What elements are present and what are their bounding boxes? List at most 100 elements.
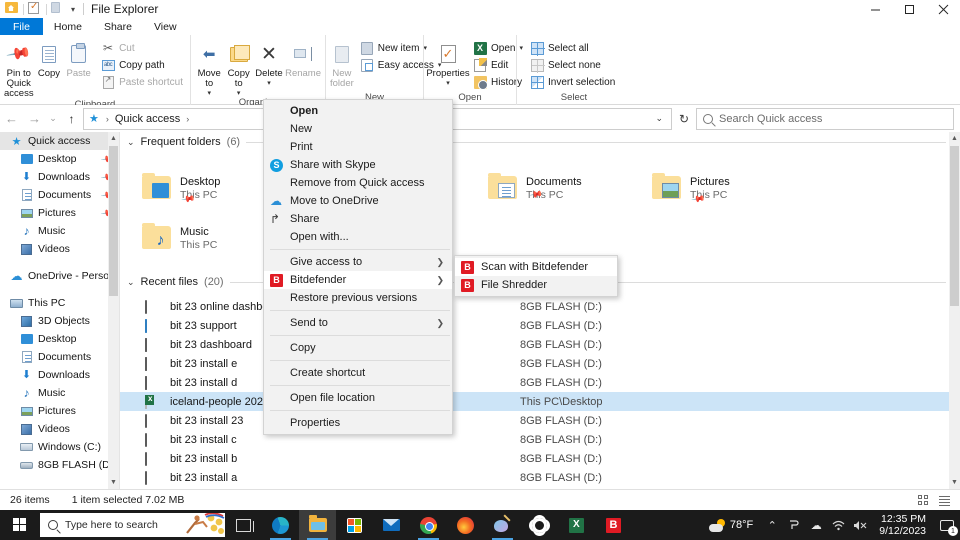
section-header-frequent-folders[interactable]: ⌄ Frequent folders (6) — [120, 132, 960, 152]
frequent-folder-item[interactable]: ♪ Music This PC — [142, 223, 217, 252]
chevron-down-icon[interactable]: ⌄ — [649, 113, 669, 124]
context-menu-item-new[interactable]: New — [264, 120, 452, 138]
new-folder-button[interactable]: New folder — [330, 39, 354, 89]
sidebar-item-downloads[interactable]: ⬇ Downloads 📌 — [0, 168, 119, 186]
pin-to-quick-access-button[interactable]: 📌 Pin to Quick access — [4, 39, 34, 99]
paste-icon[interactable] — [51, 2, 65, 16]
sidebar-item-pictures-pc[interactable]: Pictures — [0, 402, 119, 420]
scroll-up-icon[interactable]: ▲ — [949, 132, 960, 145]
scroll-down-icon[interactable]: ▼ — [949, 476, 960, 489]
sidebar-item-music[interactable]: ♪ Music — [0, 222, 119, 240]
show-hidden-icons-chevron[interactable]: ⌃ — [761, 510, 783, 540]
sidebar-item-documents[interactable]: Documents 📌 — [0, 186, 119, 204]
scrollbar-thumb[interactable] — [109, 146, 118, 296]
microsoft-edge-icon[interactable] — [262, 510, 299, 540]
sidebar-item-this-pc[interactable]: This PC — [0, 294, 119, 312]
sidebar-item-desktop[interactable]: Desktop 📌 — [0, 150, 119, 168]
bitdefender-icon[interactable]: B — [595, 510, 632, 540]
sidebar-item-onedrive[interactable]: ☁ OneDrive - Person — [0, 267, 119, 285]
refresh-icon[interactable]: ↻ — [672, 108, 696, 130]
delete-button[interactable]: ✕ Delete ▾ — [254, 39, 284, 88]
microsoft-store-icon[interactable] — [336, 510, 373, 540]
mail-icon[interactable] — [373, 510, 410, 540]
breadcrumb-quick-access[interactable]: Quick access — [113, 113, 182, 125]
submenu-item-file-shredder[interactable]: B File Shredder — [455, 276, 617, 294]
task-view-icon[interactable] — [225, 510, 262, 540]
frequent-folder-item[interactable]: Pictures This PC 📌 — [652, 173, 730, 213]
table-row[interactable]: bit 23 online dashboard 8GB FLASH (D:) — [120, 297, 960, 316]
table-row[interactable]: bit 23 install d 8GB FLASH (D:) — [120, 373, 960, 392]
sidebar-item-videos-pc[interactable]: Videos — [0, 420, 119, 438]
windows-start-icon[interactable] — [0, 510, 40, 540]
context-menu-item-share[interactable]: ↱ Share — [264, 210, 452, 228]
tiles-view-icon[interactable] — [915, 492, 931, 508]
search-input[interactable]: Search Quick access — [696, 107, 954, 130]
copy-path-button[interactable]: abc Copy path — [98, 57, 186, 73]
cut-button[interactable]: ✂ Cut — [98, 40, 186, 56]
network-wifi-icon[interactable] — [827, 510, 849, 540]
notification-icon[interactable]: 1 — [934, 510, 960, 540]
context-menu-item-remove-from-quick-access[interactable]: Remove from Quick access — [264, 174, 452, 192]
tab-share[interactable]: Share — [93, 18, 143, 35]
chevron-down-icon[interactable]: ⌄ — [127, 137, 135, 148]
settings-gear-icon[interactable] — [521, 510, 558, 540]
folder-home-icon[interactable] — [5, 2, 19, 16]
recent-locations-icon[interactable]: ⌄ — [46, 108, 60, 130]
firefox-icon[interactable] — [447, 510, 484, 540]
file-explorer-icon[interactable] — [299, 510, 336, 540]
context-menu-item-open-with[interactable]: Open with... — [264, 228, 452, 246]
breadcrumb-separator[interactable]: › — [182, 114, 193, 124]
tab-file[interactable]: File — [0, 18, 43, 35]
volume-muted-icon[interactable] — [849, 510, 871, 540]
context-menu-item-print[interactable]: Print — [264, 138, 452, 156]
forward-arrow-icon[interactable]: → — [23, 108, 46, 130]
sidebar-item-windows-c[interactable]: Windows (C:) — [0, 438, 119, 456]
frequent-folder-item[interactable]: Desktop This PC 📌 — [142, 173, 220, 213]
sidebar-item-downloads-pc[interactable]: ⬇ Downloads — [0, 366, 119, 384]
back-arrow-icon[interactable]: ← — [0, 108, 23, 130]
context-menu-item-open[interactable]: Open — [264, 102, 452, 120]
properties-icon[interactable] — [28, 1, 42, 16]
tab-view[interactable]: View — [143, 18, 188, 35]
sidebar-item-music-pc[interactable]: ♪ Music — [0, 384, 119, 402]
weather-widget[interactable]: 78°F — [701, 518, 761, 532]
table-row[interactable]: bit 23 install e 8GB FLASH (D:) — [120, 354, 960, 373]
content-scrollbar[interactable]: ▲ ▼ — [949, 132, 960, 489]
sidebar-item-3d-objects[interactable]: 3D Objects — [0, 312, 119, 330]
context-menu-item-bitdefender[interactable]: B Bitdefender ❯ — [264, 271, 452, 289]
table-row[interactable]: bit 23 install c 8GB FLASH (D:) — [120, 430, 960, 449]
excel-icon[interactable] — [558, 510, 595, 540]
sidebar-item-videos[interactable]: Videos — [0, 240, 119, 258]
sidebar-item-pictures[interactable]: Pictures 📌 — [0, 204, 119, 222]
minimize-button[interactable] — [858, 0, 892, 18]
select-all-button[interactable]: Select all — [527, 40, 618, 56]
chevron-down-icon[interactable]: ⌄ — [127, 277, 135, 288]
customize-chevron-icon[interactable]: ▾ — [69, 5, 77, 14]
scrollbar-thumb[interactable] — [950, 146, 959, 306]
sidebar-item-desktop-pc[interactable]: Desktop — [0, 330, 119, 348]
chevron-down-icon[interactable]: ▾ — [207, 89, 211, 97]
paint-icon[interactable] — [484, 510, 521, 540]
context-menu-item-send-to[interactable]: Send to ❯ — [264, 314, 452, 332]
context-menu-item-create-shortcut[interactable]: Create shortcut — [264, 364, 452, 382]
sidebar-item-documents-pc[interactable]: Documents — [0, 348, 119, 366]
invert-selection-button[interactable]: Invert selection — [527, 74, 618, 90]
context-menu-item-restore-previous-versions[interactable]: Restore previous versions — [264, 289, 452, 307]
paste-button[interactable]: Paste — [64, 39, 93, 79]
bitdefender-tray-icon[interactable] — [783, 510, 805, 540]
chevron-down-icon[interactable]: ▾ — [446, 79, 450, 87]
chevron-down-icon[interactable]: ▾ — [267, 79, 271, 87]
scroll-up-icon[interactable]: ▲ — [108, 132, 119, 145]
copy-to-button[interactable]: Copy to ▾ — [224, 39, 252, 97]
table-row[interactable]: bit 23 support 8GB FLASH (D:) — [120, 316, 960, 335]
table-row[interactable]: iceland-people 2022 This PC\Desktop — [120, 392, 960, 411]
context-menu-item-share-with-skype[interactable]: S Share with Skype — [264, 156, 452, 174]
navpane-scrollbar[interactable]: ▲ ▼ — [108, 132, 119, 489]
select-none-button[interactable]: Select none — [527, 57, 618, 73]
tab-home[interactable]: Home — [42, 18, 93, 35]
table-row[interactable]: bit 23 dashboard 8GB FLASH (D:) — [120, 335, 960, 354]
context-menu-item-open-file-location[interactable]: Open file location — [264, 389, 452, 407]
onedrive-tray-icon[interactable]: ☁ — [805, 510, 827, 540]
paste-shortcut-button[interactable]: Paste shortcut — [98, 74, 186, 90]
up-arrow-icon[interactable]: ↑ — [60, 108, 83, 130]
